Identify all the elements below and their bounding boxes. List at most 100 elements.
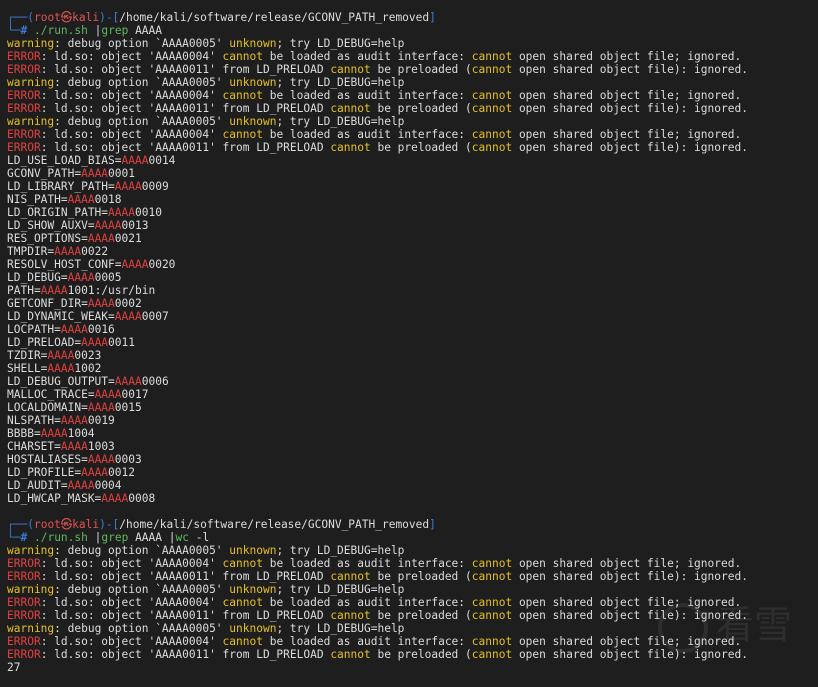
- text-segment: : ld.so: object 'AAAA0011' from LD_PRELO…: [40, 63, 331, 76]
- text-segment: unknown: [229, 115, 277, 128]
- terminal-output: ┌──(root㉿kali)-[/home/kali/software/rele…: [7, 11, 748, 674]
- env-var-line: TMPDIR=AAAA0022: [7, 245, 748, 258]
- env-var-line: LD_SHOW_AUXV=AAAA0013: [7, 219, 748, 232]
- env-var-line: HOSTALIASES=AAAA0003: [7, 453, 748, 466]
- prompt-path: /home/kali/software/release/GCONV_PATH_r…: [119, 518, 430, 531]
- env-var-line: LD_ORIGIN_PATH=AAAA0010: [7, 206, 748, 219]
- text-segment: open shared object file): ignored.: [512, 570, 748, 583]
- warning-line: warning: debug option `AAAA0005' unknown…: [7, 37, 748, 50]
- prompt-frame: ┌──: [7, 11, 28, 24]
- env-var-line: PATH=AAAA1001:/usr/bin: [7, 284, 748, 297]
- text-segment: ; try LD_DEBUG=help: [276, 544, 405, 557]
- text-segment: open shared object file): ignored.: [512, 102, 748, 115]
- text-segment: 0016: [87, 323, 115, 336]
- text-segment: HOSTALIASES=: [7, 453, 88, 466]
- prompt-bracket: ]: [429, 518, 436, 531]
- text-segment: AAAA: [40, 284, 68, 297]
- text-segment: cannot: [222, 635, 263, 648]
- text-segment: ; try LD_DEBUG=help: [276, 76, 405, 89]
- text-segment: ERROR: [7, 50, 41, 63]
- text-segment: 0013: [121, 219, 149, 232]
- text-segment: ERROR: [7, 141, 41, 154]
- text-segment: BBBB=: [7, 427, 41, 440]
- text-segment: : ld.so: object 'AAAA0011' from LD_PRELO…: [40, 570, 331, 583]
- text-segment: : debug option `AAAA0005': [54, 76, 230, 89]
- text-segment: 0003: [114, 453, 142, 466]
- text-segment: : ld.so: object 'AAAA0004': [40, 596, 223, 609]
- text-segment: cannot: [222, 596, 263, 609]
- text-segment: cannot: [471, 557, 513, 570]
- text-segment: LD_ORIGIN_PATH=: [7, 206, 109, 219]
- prompt-host: kali: [72, 518, 100, 531]
- text-segment: 1001:/usr/bin: [67, 284, 156, 297]
- warning-line: warning: debug option `AAAA0005' unknown…: [7, 76, 748, 89]
- text-segment: AAAA: [87, 232, 115, 245]
- text-segment: be preloaded (: [370, 63, 472, 76]
- warning-line: warning: debug option `AAAA0005' unknown…: [7, 115, 748, 128]
- prompt-paren: (: [27, 518, 34, 531]
- text-segment: ERROR: [7, 128, 41, 141]
- text-segment: NIS_PATH=: [7, 193, 68, 206]
- text-segment: : ld.so: object 'AAAA0011' from LD_PRELO…: [40, 609, 331, 622]
- env-var-line: SHELL=AAAA1002: [7, 362, 748, 375]
- text-segment: LD_SHOW_AUXV=: [7, 219, 95, 232]
- text-segment: cannot: [222, 50, 263, 63]
- error-line: ERROR: ld.so: object 'AAAA0004' cannot b…: [7, 128, 748, 141]
- prompt-bracket: ]: [429, 11, 436, 24]
- text-segment: AAAA: [81, 167, 109, 180]
- text-segment: cannot: [222, 89, 263, 102]
- text-segment: PATH=: [7, 284, 41, 297]
- text-segment: 0008: [128, 492, 156, 505]
- text-segment: : ld.so: object 'AAAA0004': [40, 557, 223, 570]
- env-var-line: GCONV_PATH=AAAA0001: [7, 167, 748, 180]
- text-segment: wc: [175, 531, 189, 544]
- watermark-text: 看雪: [715, 603, 792, 647]
- text-segment: cannot: [471, 141, 513, 154]
- text-segment: cannot: [471, 570, 513, 583]
- text-segment: 0011: [108, 336, 135, 349]
- text-segment: cannot: [471, 50, 513, 63]
- text-segment: 0004: [94, 479, 122, 492]
- env-var-line: NIS_PATH=AAAA0018: [7, 193, 748, 206]
- text-segment: open shared object file; ignored.: [512, 50, 742, 63]
- env-var-line: LD_HWCAP_MASK=AAAA0008: [7, 492, 748, 505]
- text-segment: open shared object file; ignored.: [512, 89, 742, 102]
- text-segment: cannot: [330, 570, 371, 583]
- text-segment: 0021: [114, 232, 142, 245]
- text-segment: ERROR: [7, 557, 41, 570]
- text-segment: grep: [101, 531, 129, 544]
- text-segment: AAAA: [60, 440, 88, 453]
- text-segment: cannot: [471, 89, 513, 102]
- text-segment: be loaded as audit interface:: [262, 635, 472, 648]
- terminal-window[interactable]: ┌──(root㉿kali)-[/home/kali/software/rele…: [0, 0, 818, 687]
- text-segment: warning: [7, 583, 55, 596]
- text-segment: 0014: [148, 154, 176, 167]
- text-segment: be preloaded (: [370, 648, 472, 661]
- text-segment: AAAA: [67, 193, 95, 206]
- text-segment: : ld.so: object 'AAAA0004': [40, 89, 223, 102]
- text-segment: : debug option `AAAA0005': [54, 583, 230, 596]
- error-line: ERROR: ld.so: object 'AAAA0011' from LD_…: [7, 648, 748, 661]
- text-segment: -l: [188, 531, 210, 544]
- text-segment: CHARSET=: [7, 440, 61, 453]
- text-segment: 0012: [108, 466, 135, 479]
- warning-line: warning: debug option `AAAA0005' unknown…: [7, 622, 748, 635]
- text-segment: ERROR: [7, 63, 41, 76]
- text-segment: be preloaded (: [370, 141, 472, 154]
- text-segment: cannot: [330, 102, 371, 115]
- text-segment: LD_LIBRARY_PATH=: [7, 180, 115, 193]
- error-line: ERROR: ld.so: object 'AAAA0004' cannot b…: [7, 596, 748, 609]
- env-var-line: MALLOC_TRACE=AAAA0017: [7, 388, 748, 401]
- text-segment: AAAA: [47, 349, 75, 362]
- text-segment: cannot: [471, 128, 513, 141]
- text-segment: : ld.so: object 'AAAA0004': [40, 635, 223, 648]
- text-segment: LOCALDOMAIN=: [7, 401, 88, 414]
- text-segment: cannot: [330, 63, 371, 76]
- text-segment: ; try LD_DEBUG=help: [276, 115, 405, 128]
- env-var-line: NLSPATH=AAAA0019: [7, 414, 748, 427]
- text-segment: ERROR: [7, 596, 41, 609]
- text-segment: cannot: [471, 609, 513, 622]
- text-segment: 0001: [108, 167, 135, 180]
- text-segment: AAAA: [121, 154, 149, 167]
- text-segment: 0017: [121, 388, 149, 401]
